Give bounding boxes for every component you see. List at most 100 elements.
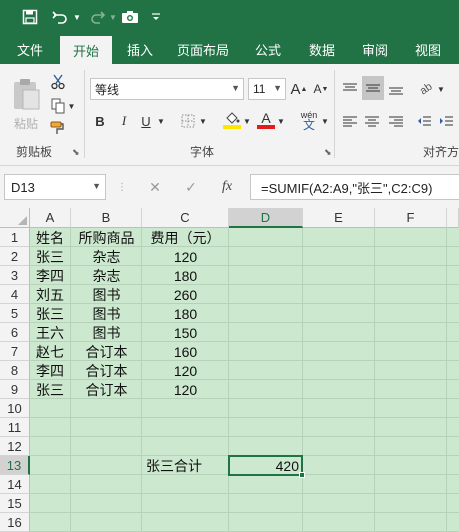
tab-insert[interactable]: 插入 [118,34,162,64]
cell-c7[interactable]: 160 [142,342,229,361]
save-icon[interactable] [18,5,42,29]
font-color-dropdown-icon[interactable]: ▼ [276,110,286,132]
row-header-14[interactable]: 14 [0,475,30,494]
align-center-icon[interactable] [362,110,382,132]
cell-c4[interactable]: 260 [142,285,229,304]
underline-button[interactable]: U [136,110,156,132]
row-header-12[interactable]: 12 [0,437,30,456]
undo-dropdown-icon[interactable]: ▼ [72,5,82,29]
column-header-f[interactable]: F [375,208,447,228]
align-top-icon[interactable] [340,78,360,100]
orientation-icon[interactable]: ab [414,78,438,100]
row-header-7[interactable]: 7 [0,342,30,361]
copy-dropdown-icon[interactable]: ▼ [68,102,76,111]
column-header-e[interactable]: E [303,208,375,228]
cell-c5[interactable]: 180 [142,304,229,323]
shrink-font-button[interactable]: A ▼ [312,78,330,100]
row-header-13[interactable]: 13 [0,456,30,475]
tab-home[interactable]: 开始 [60,36,112,64]
cell-b3[interactable]: 杂志 [71,266,142,285]
select-all-button[interactable] [0,208,30,228]
cell-a5[interactable]: 张三 [33,304,71,323]
grow-font-button[interactable]: A ▲ [290,78,308,100]
redo-dropdown-icon[interactable]: ▼ [108,5,118,29]
cell-a2[interactable]: 张三 [33,247,71,266]
row-header-5[interactable]: 5 [0,304,30,323]
paste-button[interactable]: 粘贴 [8,70,44,138]
copy-icon[interactable]: ▼ [48,96,78,116]
undo-icon[interactable] [48,5,72,29]
fill-color-icon[interactable] [222,108,242,132]
borders-dropdown-icon[interactable]: ▼ [198,110,208,132]
italic-button[interactable]: I [114,110,134,132]
cell-c1[interactable]: 费用（元） [142,228,229,247]
underline-dropdown-icon[interactable]: ▼ [156,110,166,132]
column-header-d[interactable]: D [229,208,303,228]
font-launcher-icon[interactable]: ⬊ [324,147,332,158]
row-header-8[interactable]: 8 [0,361,30,380]
insert-function-icon[interactable]: fx [212,174,242,200]
customize-qat-icon[interactable] [148,5,164,29]
cell-a9[interactable]: 张三 [33,380,71,399]
cell-b8[interactable]: 合订本 [71,361,142,380]
cell-b2[interactable]: 杂志 [71,247,142,266]
cell-a7[interactable]: 赵七 [33,342,71,361]
cell-c9[interactable]: 120 [142,380,229,399]
bold-button[interactable]: B [90,110,110,132]
column-header-a[interactable]: A [30,208,71,228]
row-header-11[interactable]: 11 [0,418,30,437]
orientation-dropdown-icon[interactable]: ▼ [436,78,446,100]
row-header-16[interactable]: 16 [0,513,30,532]
tab-page-layout[interactable]: 页面布局 [170,34,236,64]
name-box[interactable]: D13 ▼ [4,174,106,200]
tab-view[interactable]: 视图 [406,34,450,64]
font-name-combobox[interactable]: 等线 ▼ [90,78,244,100]
cell-c8[interactable]: 120 [142,361,229,380]
cell-c6[interactable]: 150 [142,323,229,342]
cancel-icon[interactable]: ✕ [140,174,170,200]
column-header-g[interactable] [447,208,459,228]
formula-input[interactable]: =SUMIF(A2:A9,"张三",C2:C9) [250,174,459,200]
camera-icon[interactable] [118,5,142,29]
align-left-icon[interactable] [340,110,360,132]
fill-handle[interactable] [299,472,305,478]
increase-indent-icon[interactable] [436,110,456,132]
cell-a6[interactable]: 王六 [33,323,71,342]
cell-b4[interactable]: 图书 [71,285,142,304]
phonetic-guide-button[interactable]: wén 文 [296,106,322,134]
align-middle-icon[interactable] [362,76,384,100]
column-header-b[interactable]: B [71,208,142,228]
tab-formulas[interactable]: 公式 [246,34,290,64]
borders-icon[interactable] [178,110,198,132]
cell-c2[interactable]: 120 [142,247,229,266]
row-header-15[interactable]: 15 [0,494,30,513]
cell-b7[interactable]: 合订本 [71,342,142,361]
align-right-icon[interactable] [386,110,406,132]
cell-b1[interactable]: 所购商品 [71,228,142,247]
cell-b6[interactable]: 图书 [71,323,142,342]
fill-color-dropdown-icon[interactable]: ▼ [242,110,252,132]
phonetic-dropdown-icon[interactable]: ▼ [320,110,330,132]
font-color-icon[interactable]: A [256,108,276,132]
cell-a8[interactable]: 李四 [33,361,71,380]
format-painter-icon[interactable] [48,118,68,138]
row-header-3[interactable]: 3 [0,266,30,285]
align-bottom-icon[interactable] [386,78,406,100]
clipboard-launcher-icon[interactable]: ⬊ [72,147,80,158]
row-header-10[interactable]: 10 [0,399,30,418]
cell-c13[interactable]: 张三合计 [143,456,230,475]
tab-data[interactable]: 数据 [300,34,344,64]
worksheet-grid[interactable]: A B C D E F 1 2 3 4 5 6 7 8 9 10 11 12 1… [0,208,459,532]
enter-icon[interactable]: ✓ [176,174,206,200]
row-header-1[interactable]: 1 [0,228,30,247]
cell-a1[interactable]: 姓名 [33,228,71,247]
cell-b5[interactable]: 图书 [71,304,142,323]
row-header-9[interactable]: 9 [0,380,30,399]
cell-a4[interactable]: 刘五 [33,285,71,304]
row-header-4[interactable]: 4 [0,285,30,304]
font-size-combobox[interactable]: 11 ▼ [248,78,286,100]
cut-icon[interactable] [48,72,68,92]
cell-a3[interactable]: 李四 [33,266,71,285]
redo-icon[interactable] [86,5,110,29]
cell-c3[interactable]: 180 [142,266,229,285]
